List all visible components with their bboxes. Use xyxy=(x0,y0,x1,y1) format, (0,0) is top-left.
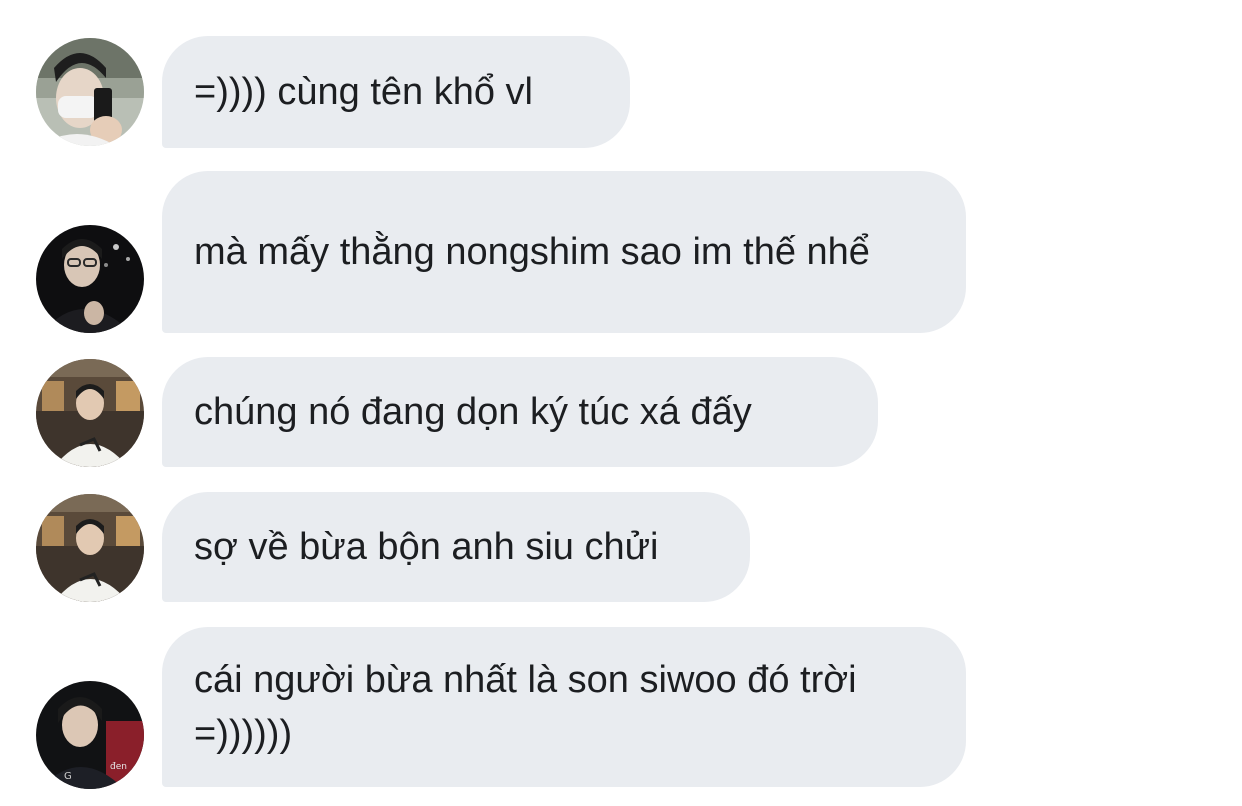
message-bubble[interactable]: chúng nó đang dọn ký túc xá đấy xyxy=(162,357,878,467)
svg-text:đen: đen xyxy=(110,762,127,772)
sender-avatar[interactable] xyxy=(36,359,144,467)
message-row: mà mấy thằng nongshim sao im thế nhể xyxy=(0,171,1242,333)
sender-avatar[interactable] xyxy=(36,38,144,146)
message-bubble[interactable]: cái người bừa nhất là son siwoo đó trời … xyxy=(162,627,966,787)
dark-portrait-avatar-icon xyxy=(36,225,144,333)
message-bubble[interactable]: mà mấy thằng nongshim sao im thế nhể xyxy=(162,171,966,333)
svg-text:G: G xyxy=(64,771,72,782)
message-text: mà mấy thằng nongshim sao im thế nhể xyxy=(194,231,870,273)
message-text: sợ về bừa bộn anh siu chửi xyxy=(194,526,659,568)
cafe-portrait-avatar-icon xyxy=(36,494,144,602)
message-row: =)))) cùng tên khổ vl xyxy=(0,36,1242,148)
cafe-portrait-avatar-icon xyxy=(36,359,144,467)
message-text: =)))) cùng tên khổ vl xyxy=(194,71,533,113)
message-row: G đen cái người bừa nhất là son siwoo đó… xyxy=(0,627,1242,789)
message-bubble[interactable]: sợ về bừa bộn anh siu chửi xyxy=(162,492,750,602)
jersey-portrait-avatar-icon: G đen xyxy=(36,681,144,789)
message-text: cái người bừa nhất là son siwoo đó trời … xyxy=(194,659,868,755)
message-text: chúng nó đang dọn ký túc xá đấy xyxy=(194,391,752,433)
sender-avatar[interactable] xyxy=(36,494,144,602)
message-bubble[interactable]: =)))) cùng tên khổ vl xyxy=(162,36,630,148)
message-row: sợ về bừa bộn anh siu chửi xyxy=(0,492,1242,602)
message-row: chúng nó đang dọn ký túc xá đấy xyxy=(0,357,1242,467)
sender-avatar[interactable] xyxy=(36,225,144,333)
masked-selfie-avatar-icon xyxy=(36,38,144,146)
sender-avatar[interactable]: G đen xyxy=(36,681,144,789)
